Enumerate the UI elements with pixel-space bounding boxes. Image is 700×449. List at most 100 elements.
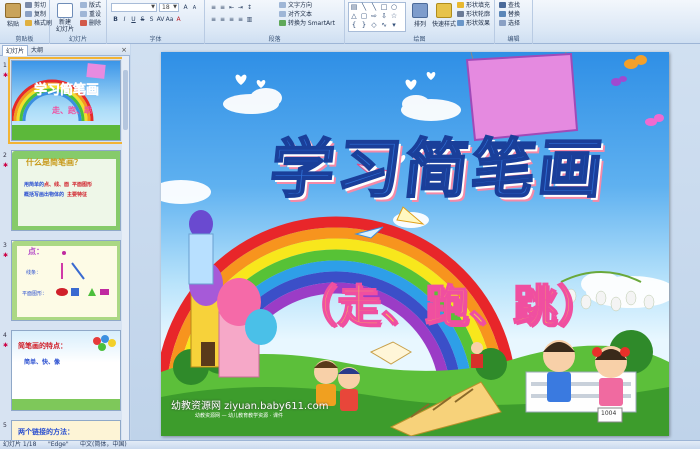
format-painter-button[interactable]: 格式刷 — [25, 20, 52, 28]
align-left-icon[interactable]: ≡ — [209, 15, 218, 24]
thumb-text: 概括写画出物体的 — [24, 192, 65, 198]
oval-shape-icon[interactable]: ○ — [389, 3, 399, 12]
chevron-down-icon: ▼ — [151, 4, 155, 10]
panel-tabs: 幻灯片 大纲 × — [0, 44, 130, 56]
font-format-buttons: B I U S S AVAa A — [111, 15, 183, 24]
copy-button[interactable]: 复制 — [25, 11, 46, 19]
columns-icon[interactable]: ▥ — [245, 15, 254, 24]
textbox-shape-icon[interactable]: ▤ — [349, 3, 359, 12]
replace-button[interactable]: 替换 — [499, 11, 520, 19]
thumb-line: 用简单的点、线、面 平面图形 — [24, 181, 92, 188]
arrow-shape-icon[interactable]: ⇨ — [369, 12, 379, 21]
reset-button[interactable]: 重设 — [80, 11, 101, 19]
more-shapes-icon[interactable]: ▾ — [389, 21, 399, 30]
quick-styles-button[interactable]: 快速样式 — [431, 3, 457, 28]
pen-icon — [457, 11, 464, 17]
language-indicator[interactable]: 中文(简体，中国) — [80, 441, 127, 449]
align-text-icon — [279, 11, 286, 17]
slide-canvas[interactable]: 学习简笔画 （走、跑、跳） 幼教资源网 ziyuan.baby611.com 幼… — [161, 52, 669, 436]
font-group: ▼ 18 ▼ AA B I U S S AVAa A 字体 — [107, 0, 205, 44]
brace-shape-icon[interactable]: { — [349, 21, 359, 30]
font-name-combo[interactable]: ▼ — [111, 3, 157, 12]
brace-shape-icon[interactable]: } — [359, 21, 369, 30]
close-icon[interactable]: × — [121, 45, 127, 55]
slide-counter: 幻灯片 1/18 — [3, 441, 37, 448]
italic-icon[interactable]: I — [120, 15, 129, 24]
triangle-shape-icon[interactable]: △ — [349, 12, 359, 21]
strikethrough-icon[interactable]: S — [138, 15, 147, 24]
paragraph-group: ≡ ≡ ⇤ ⇥ ↕ ≡ ≡ ≡ ≡ ▥ 文字方向 对齐文本 转换为 SmartArt 段落 — [205, 0, 345, 44]
tab-outline[interactable]: 大纲 — [28, 45, 46, 56]
numbering-icon[interactable]: ≡ — [218, 3, 227, 12]
select-button[interactable]: 选择 — [499, 20, 520, 28]
underline-icon[interactable]: U — [129, 15, 138, 24]
line-spacing-icon[interactable]: ↕ — [245, 3, 254, 12]
align-right-icon[interactable]: ≡ — [227, 15, 236, 24]
delete-slide-button[interactable]: 删除 — [80, 20, 101, 28]
shape-effects-button[interactable]: 形状效果 — [457, 20, 490, 28]
binoculars-icon — [499, 2, 506, 8]
arrow-shape-icon[interactable]: ⇩ — [379, 12, 389, 21]
tab-slides[interactable]: 幻灯片 — [2, 45, 29, 56]
slides-panel: 幻灯片 大纲 × 1 ✱ 学习简笔画 走、跑、跳 2 ✱ 什么是简笔画？ 用简单… — [0, 44, 130, 440]
slide-subtitle[interactable]: （走、跑、跳） — [292, 270, 602, 334]
shapes-gallery[interactable]: ▤ ╲ ╲ □ ○ △ ▢ ⇨ ⇩ ☆ {} ◇ ∿ ▾ — [348, 2, 406, 32]
slide-thumbnail-2[interactable]: 什么是简笔画？ 用简单的点、线、面 平面图形 概括写画出物体的 主要特征 — [11, 150, 121, 231]
slide-number: 5 — [3, 422, 7, 429]
shape-outline-button[interactable]: 形状轮廓 — [457, 11, 490, 19]
new-slide-icon — [57, 3, 73, 18]
slide-thumbnail-3[interactable]: 点： 线条： 平面图形： — [11, 240, 121, 321]
panel-scrollbar[interactable] — [122, 56, 129, 440]
thumb-title: 学习简笔画 — [34, 83, 100, 99]
line-shape-icon[interactable]: ╲ — [359, 3, 369, 12]
rounded-rectangle-shape-icon[interactable]: ▢ — [359, 12, 369, 21]
animation-star-icon: ✱ — [3, 72, 9, 79]
theme-name: "Edge" — [48, 441, 69, 448]
line-shape-icon[interactable]: ╲ — [369, 3, 379, 12]
slide-thumbnail-1[interactable]: 学习简笔画 走、跑、跳 — [8, 57, 124, 144]
align-text-button[interactable]: 对齐文本 — [279, 11, 312, 19]
cut-button[interactable]: 剪切 — [25, 2, 46, 10]
align-center-icon[interactable]: ≡ — [218, 15, 227, 24]
justify-icon[interactable]: ≡ — [236, 15, 245, 24]
delete-icon — [80, 20, 87, 26]
callout-shape-icon[interactable]: ◇ — [369, 21, 379, 30]
rectangle-shape-icon[interactable]: □ — [379, 3, 389, 12]
grow-font-icon[interactable]: A — [181, 3, 190, 12]
slide-thumbnail-5[interactable]: 两个链接的方法： — [11, 420, 121, 440]
new-slide-button[interactable]: 新建 幻灯片 — [53, 3, 77, 33]
shape-fill-button[interactable]: 形状填充 — [457, 2, 490, 10]
change-case-icon[interactable]: Aa — [165, 15, 174, 24]
font-size-buttons: AA — [181, 3, 199, 12]
bold-icon[interactable]: B — [111, 15, 120, 24]
ribbon: 粘贴 剪切 复制 格式刷 剪贴板 新建 幻灯片 版式 重设 删除 幻灯片 ▼ 1 — [0, 0, 700, 44]
decrease-indent-icon[interactable]: ⇤ — [227, 3, 236, 12]
find-button[interactable]: 查找 — [499, 2, 520, 10]
font-color-icon[interactable]: A — [174, 15, 183, 24]
drawing-group-label: 绘图 — [413, 36, 426, 43]
spacing-icon[interactable]: AV — [156, 15, 165, 24]
bullets-icon[interactable]: ≡ — [209, 3, 218, 12]
slide-title[interactable]: 学习简笔画 — [265, 118, 636, 210]
shrink-font-icon[interactable]: A — [190, 4, 199, 13]
paste-button[interactable]: 粘贴 — [2, 3, 24, 28]
star-shape-icon[interactable]: ☆ — [389, 12, 399, 21]
thumb-text: 主要特征 — [67, 192, 88, 198]
cursor-icon — [499, 20, 506, 26]
scrollbar-thumb[interactable] — [123, 70, 128, 130]
slide-thumbnail-4[interactable]: 简笔画的特点： 简单、快、像 — [11, 330, 121, 411]
shadow-icon[interactable]: S — [147, 15, 156, 24]
arrange-button[interactable]: 排列 — [409, 3, 431, 28]
smartart-button[interactable]: 转换为 SmartArt — [279, 20, 335, 28]
text-direction-button[interactable]: 文字方向 — [279, 2, 312, 10]
increase-indent-icon[interactable]: ⇥ — [236, 3, 245, 12]
animation-star-icon: ✱ — [3, 252, 9, 259]
font-size-combo[interactable]: 18 ▼ — [159, 3, 179, 12]
layout-button[interactable]: 版式 — [80, 2, 101, 10]
clipboard-icon — [5, 3, 21, 18]
curve-shape-icon[interactable]: ∿ — [379, 21, 389, 30]
balloons-thumb-image — [12, 335, 120, 410]
shapes-thumb-image — [56, 251, 109, 296]
thumb-text: 点、线、面 — [44, 182, 70, 188]
paragraph-group-label: 段落 — [268, 36, 281, 43]
